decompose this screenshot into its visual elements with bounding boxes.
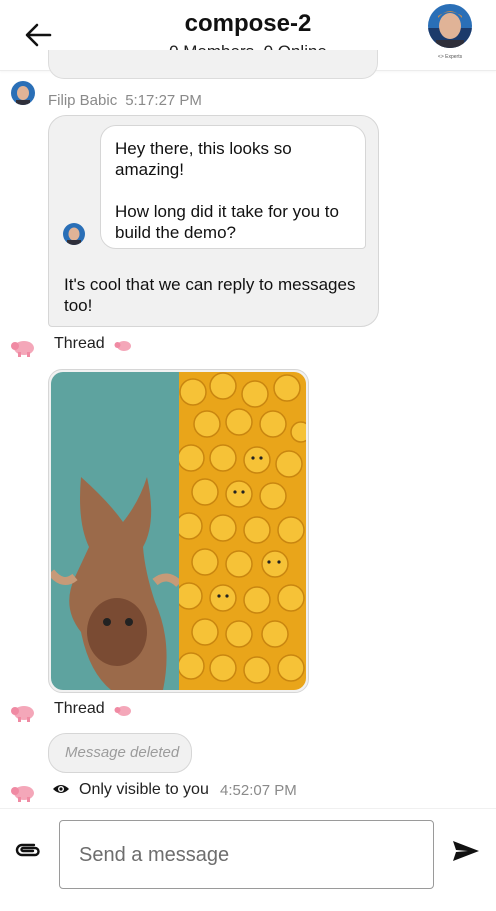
message-input[interactable]: Send a message	[59, 820, 434, 889]
channel-avatar[interactable]: <> Experts	[426, 4, 474, 62]
message-time: 5:17:27 PM	[125, 92, 202, 109]
message-text: It's cool that we can reply to messages …	[64, 275, 356, 315]
image-attachment[interactable]	[48, 369, 309, 693]
pig-emoji-icon	[11, 341, 34, 357]
previous-message-bubble[interactable]	[48, 50, 378, 79]
quoted-message-bubble[interactable]: Hey there, this looks so amazing! How lo…	[100, 125, 366, 249]
paperclip-icon[interactable]	[14, 840, 42, 860]
send-icon[interactable]	[452, 840, 480, 862]
pig-emoji-icon	[11, 786, 34, 802]
visibility-time: 4:52:07 PM	[220, 782, 297, 799]
author-avatar[interactable]	[8, 80, 38, 110]
quoted-author-avatar	[63, 223, 85, 245]
deleted-message-text: Message deleted	[65, 744, 180, 761]
eye-icon	[53, 785, 69, 793]
quoted-message-text: Hey there, this looks so amazing! How lo…	[115, 139, 339, 242]
pig-reaction-icon[interactable]	[114, 704, 132, 718]
thread-label[interactable]: Thread	[54, 335, 105, 353]
message-input-placeholder: Send a message	[79, 844, 230, 866]
svg-text:<> Experts: <> Experts	[438, 54, 463, 60]
visibility-label: Only visible to you	[79, 781, 209, 798]
giraffe-image	[51, 372, 179, 690]
message-meta: Filip Babic 5:17:27 PM	[48, 92, 202, 109]
thread-label[interactable]: Thread	[54, 700, 105, 718]
channel-title: compose-2	[184, 10, 312, 37]
pig-reaction-icon[interactable]	[114, 339, 132, 353]
deleted-message-bubble[interactable]: Message deleted	[48, 733, 192, 773]
author-name: Filip Babic	[48, 92, 118, 109]
pig-emoji-icon	[11, 706, 34, 722]
lego-heads-image	[179, 372, 306, 690]
